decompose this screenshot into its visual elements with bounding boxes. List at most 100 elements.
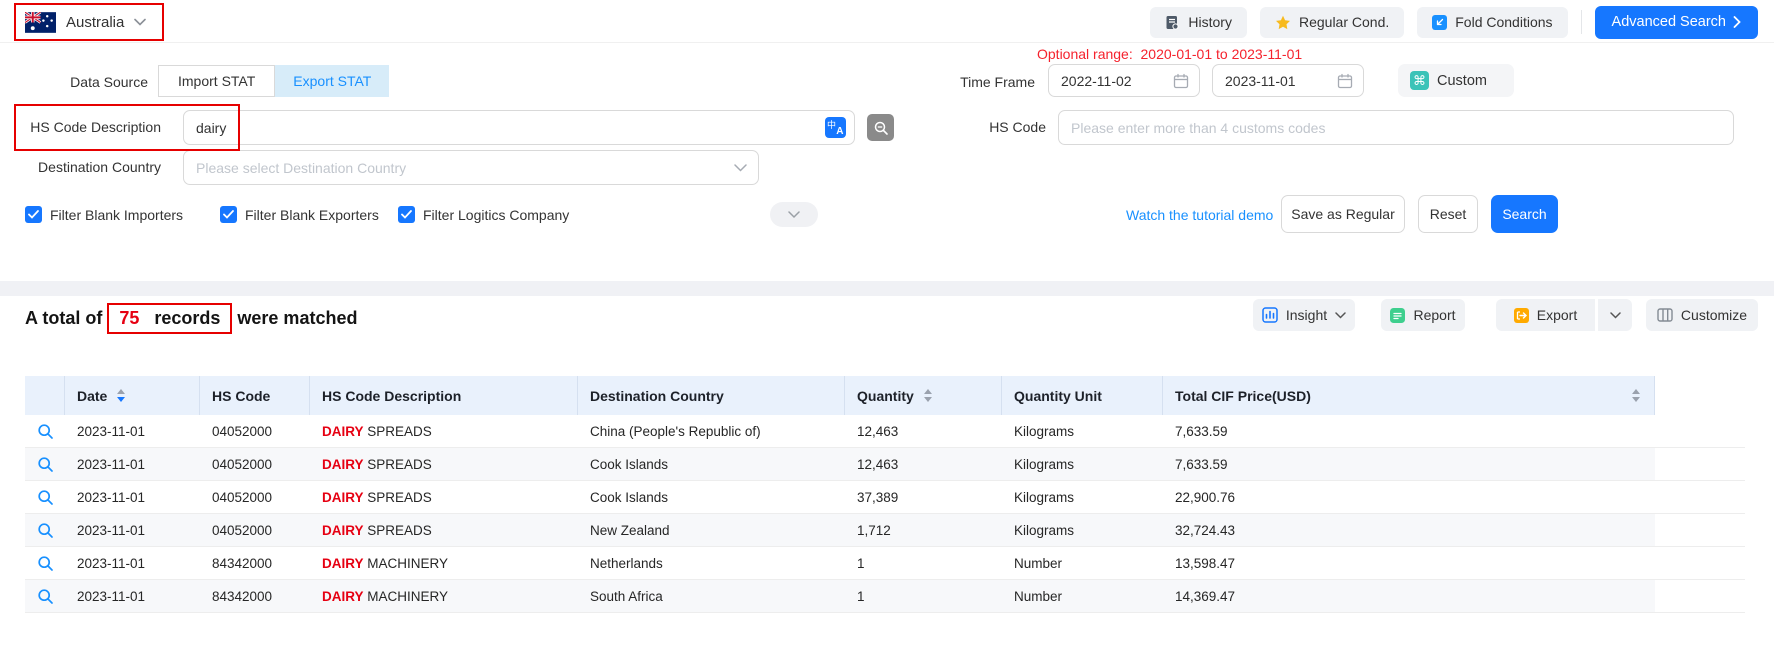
sort-asc-icon[interactable] [117,389,125,394]
highlighted-term: DAIRY [322,589,364,604]
cell-price: 7,633.59 [1163,448,1655,480]
import-stat-tab[interactable]: Import STAT [158,65,275,97]
hs-code-description-label: HS Code Description [20,119,161,135]
sort-asc-icon[interactable] [1632,389,1640,394]
report-button[interactable]: Report [1381,299,1465,331]
chevron-right-icon [1733,16,1741,28]
checkbox-label: Filter Blank Importers [50,207,183,223]
hs-description-input[interactable] [183,110,855,145]
sort-asc-icon[interactable] [924,389,932,394]
cell-price: 22,900.76 [1163,481,1655,513]
hs-code-field-wrap [1058,110,1734,145]
row-detail-button[interactable] [25,415,65,447]
checkbox-checked-icon [220,206,237,223]
cell-destination: Cook Islands [578,481,845,513]
country-selector[interactable]: Australia [14,3,164,41]
magnifier-icon [37,456,54,473]
insight-label: Insight [1286,307,1327,323]
cell-quantity-unit: Number [1002,580,1163,612]
row-detail-button[interactable] [25,481,65,513]
cell-date: 2023-11-01 [65,547,200,579]
customize-button[interactable]: Customize [1646,299,1758,331]
filter-blank-exporters-checkbox[interactable]: Filter Blank Exporters [220,206,379,223]
translate-en-glyph: A [836,126,843,137]
export-options-button[interactable] [1597,299,1632,331]
hs-code-input[interactable] [1058,110,1734,145]
checkbox-label: Filter Logitics Company [423,207,569,223]
regular-cond-button[interactable]: Regular Cond. [1260,7,1404,38]
record-count: 75 [119,308,139,329]
export-button[interactable]: Export [1496,299,1595,331]
cell-hs-code: 84342000 [200,580,310,612]
tutorial-demo-link[interactable]: Watch the tutorial demo [1126,207,1273,223]
cell-empty [1655,481,1745,513]
cell-quantity-unit: Kilograms [1002,481,1163,513]
cell-quantity-unit: Kilograms [1002,448,1163,480]
date-from-input[interactable]: 2022-11-02 [1048,64,1200,97]
summary-prefix: A total of [25,308,102,329]
cell-hs-description: DAIRY MACHINERY [310,580,578,612]
cell-hs-code: 04052000 [200,481,310,513]
save-as-regular-button[interactable]: Save as Regular [1281,195,1405,233]
row-detail-button[interactable] [25,580,65,612]
table-header-hs-code: HS Code [200,376,310,415]
advanced-search-label: Advanced Search [1612,14,1726,30]
sort-desc-icon[interactable] [924,397,932,402]
insight-button[interactable]: Insight [1253,299,1355,331]
data-source-label: Data Source [28,74,148,90]
cell-destination: China (People's Republic of) [578,415,845,447]
date-sorter[interactable] [117,389,125,402]
annotation-box-count: 75 records [107,303,232,334]
insight-icon [1262,307,1278,323]
magnifier-icon [37,489,54,506]
advanced-search-button[interactable]: Advanced Search [1595,6,1758,39]
australia-flag-icon [25,12,56,33]
topbar-divider [1581,10,1582,34]
checkbox-checked-icon [25,206,42,223]
custom-range-button[interactable]: ⌘ Custom [1398,64,1514,97]
row-detail-button[interactable] [25,514,65,546]
export-stat-tab[interactable]: Export STAT [275,65,389,97]
translate-icon[interactable]: 中 A [825,117,846,138]
table-header-quantity-unit: Quantity Unit [1002,376,1163,415]
row-detail-button[interactable] [25,448,65,480]
row-detail-button[interactable] [25,547,65,579]
country-name: Australia [66,14,124,31]
fold-conditions-label: Fold Conditions [1455,14,1552,30]
destination-country-input[interactable] [183,150,759,185]
sort-desc-icon[interactable] [1632,397,1640,402]
cell-date: 2023-11-01 [65,448,200,480]
cell-price: 14,369.47 [1163,580,1655,612]
history-icon [1165,15,1180,30]
table-header-destination: Destination Country [578,376,845,415]
highlighted-term: DAIRY [322,556,364,571]
chevron-down-icon [1610,312,1621,319]
filter-blank-importers-checkbox[interactable]: Filter Blank Importers [25,206,183,223]
search-button[interactable]: Search [1491,195,1558,233]
quantity-sorter[interactable] [924,389,932,402]
table-header-detail [25,376,65,415]
table-row: 2023-11-01 04052000 DAIRY SPREADS China … [25,415,1745,448]
magnifier-icon [37,423,54,440]
history-button[interactable]: History [1150,7,1247,38]
filter-logistics-company-checkbox[interactable]: Filter Logitics Company [398,206,569,223]
fold-conditions-button[interactable]: Fold Conditions [1417,7,1567,38]
destination-country-select[interactable] [183,150,759,185]
customize-columns-icon [1657,308,1673,322]
collapse-conditions-button[interactable] [770,202,818,227]
magnifier-icon [37,522,54,539]
cell-hs-code: 04052000 [200,514,310,546]
cell-destination: South Africa [578,580,845,612]
sort-desc-icon[interactable] [117,397,125,402]
cell-hs-code: 84342000 [200,547,310,579]
search-settings-button[interactable] [867,114,894,141]
cell-destination: New Zealand [578,514,845,546]
price-sorter[interactable] [1632,389,1640,402]
cell-hs-code: 04052000 [200,415,310,447]
report-label: Report [1413,307,1455,323]
cell-empty [1655,547,1745,579]
records-word: records [154,308,220,329]
table-row: 2023-11-01 84342000 DAIRY MACHINERY Neth… [25,547,1745,580]
date-to-input[interactable]: 2023-11-01 [1212,64,1364,97]
reset-button[interactable]: Reset [1418,195,1478,233]
